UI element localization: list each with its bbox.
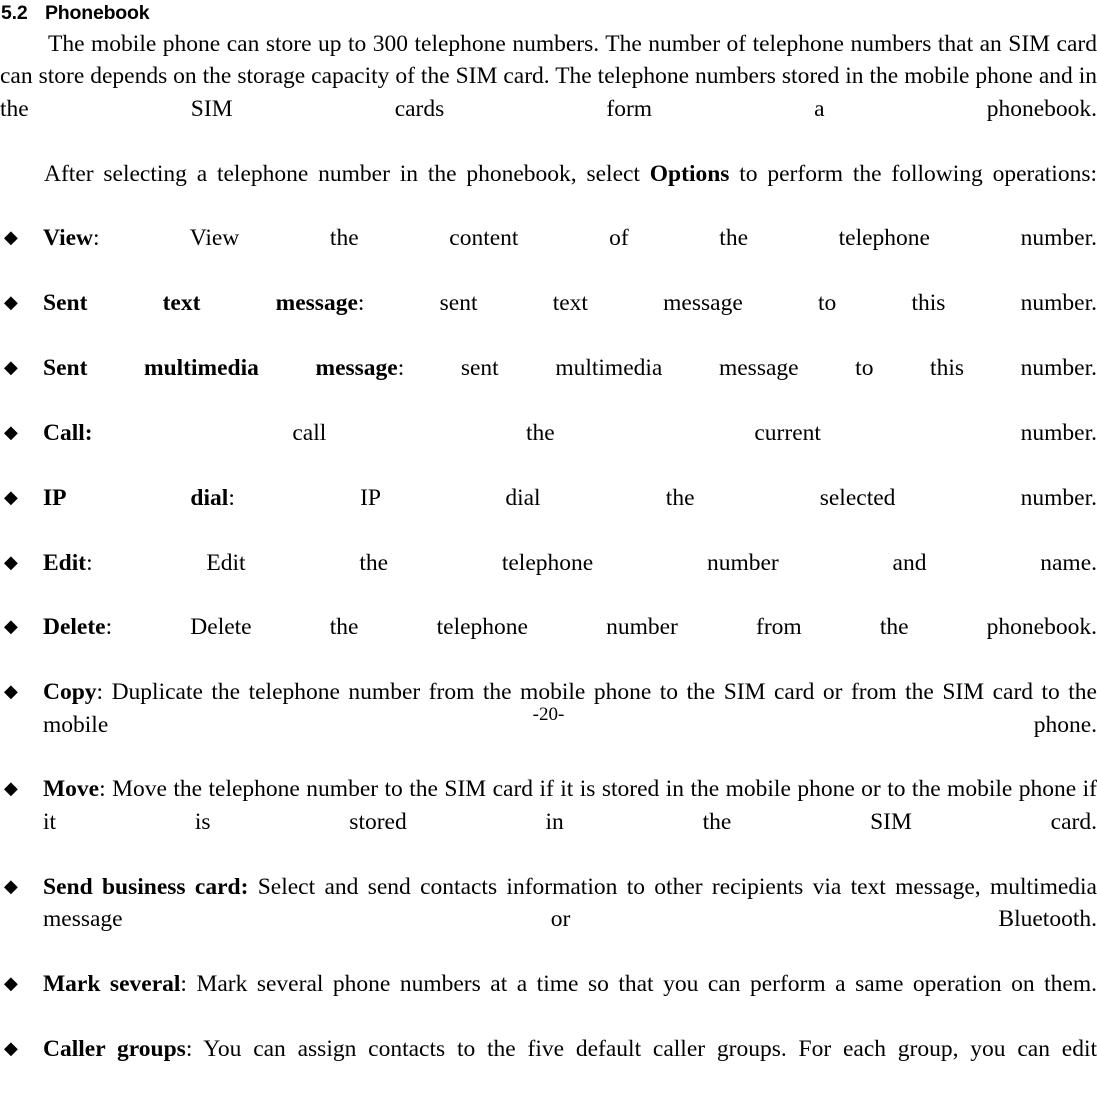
list-item-separator: : <box>93 225 190 252</box>
diamond-bullet-icon: ◆ <box>4 227 18 249</box>
list-item-separator: : <box>397 355 461 382</box>
list-item: ◆ Send business card: Select and send con… <box>0 871 1097 968</box>
list-item-label: Delete <box>43 614 106 641</box>
list-item-label: Copy <box>43 679 97 706</box>
options-list: ◆ View: View the content of the telephone… <box>0 222 1097 1097</box>
list-item-label: Sent multimedia message <box>43 355 398 382</box>
list-item-label: Edit <box>43 549 87 576</box>
list-item-text: You can assign contacts to the five defa… <box>203 1035 1097 1062</box>
diamond-bullet-icon: ◆ <box>4 551 18 573</box>
options-keyword: Options <box>649 160 730 187</box>
diamond-bullet-icon: ◆ <box>4 972 18 994</box>
list-item-separator <box>93 420 293 446</box>
diamond-bullet-icon: ◆ <box>4 486 18 508</box>
options-paragraph-before: After selecting a telephone number in th… <box>44 160 650 187</box>
section-number: 5.2 <box>1 2 28 24</box>
list-item-separator: : <box>86 549 207 576</box>
list-item: ◆ Move: Move the telephone number to the … <box>0 773 1097 870</box>
list-item-text: Edit the telephone number and name. <box>206 549 1097 576</box>
list-item-separator: : <box>96 679 112 706</box>
list-item: ◆ Delete: Delete the telephone number fro… <box>0 611 1097 676</box>
section-title: Phonebook <box>45 2 150 24</box>
list-item-text: Move the telephone number to the SIM car… <box>43 776 1097 835</box>
list-item-text: View the content of the telephone number… <box>189 225 1097 252</box>
list-item-text: sent multimedia message to this number. <box>460 355 1097 382</box>
page-footer: -20- <box>0 704 1097 726</box>
list-item-label: Mark several <box>43 970 181 997</box>
list-item: ◆ Sent multimedia message: sent multimedi… <box>0 352 1097 417</box>
options-paragraph-after: to perform the following operations: <box>729 160 1097 187</box>
list-item-label: Sent text message <box>43 290 358 317</box>
list-item: ◆ IP dial: IP dial the selected number. <box>0 482 1097 547</box>
list-item-text: Delete the telephone number from the pho… <box>190 614 1097 641</box>
list-item-separator <box>248 874 257 900</box>
page-number: -20- <box>532 704 565 725</box>
list-item-separator: : <box>228 484 361 511</box>
list-item-separator: : <box>185 1035 204 1062</box>
list-item-label: Move <box>43 776 100 803</box>
diamond-bullet-icon: ◆ <box>4 875 18 897</box>
list-item-separator: : <box>180 970 197 997</box>
list-item: ◆ Caller groups: You can assign contacts … <box>0 1033 1097 1097</box>
document-page: 5.2 Phonebook The mobile phone can store… <box>0 2 1097 1062</box>
list-item-separator: : <box>357 290 440 317</box>
diamond-bullet-icon: ◆ <box>4 778 18 800</box>
list-item: ◆ View: View the content of the telephone… <box>0 222 1097 287</box>
list-item: ◆ Mark several: Mark several phone number… <box>0 968 1097 1033</box>
list-item-label: Caller groups <box>43 1035 186 1062</box>
list-item-label: IP dial <box>43 484 229 511</box>
list-item-label: View <box>43 225 94 252</box>
list-item-text: IP dial the selected number. <box>360 484 1097 511</box>
page-title: 5.2 Phonebook <box>1 2 1097 24</box>
list-item-text: sent text message to this number. <box>439 290 1097 317</box>
list-item-label: Send business card: <box>43 873 249 900</box>
diamond-bullet-icon: ◆ <box>4 292 18 314</box>
list-item-text: call the current number. <box>292 419 1097 446</box>
options-paragraph: After selecting a telephone number in th… <box>0 158 1097 223</box>
list-item-text: Mark several phone numbers at a time so … <box>196 970 1097 997</box>
list-item: ◆ Sent text message: sent text message to… <box>0 287 1097 352</box>
list-item-label: Call: <box>43 419 93 446</box>
diamond-bullet-icon: ◆ <box>4 421 18 443</box>
list-item-separator: : <box>105 614 191 641</box>
list-item: ◆ Edit: Edit the telephone number and nam… <box>0 547 1097 612</box>
diamond-bullet-icon: ◆ <box>4 357 18 379</box>
intro-paragraph: The mobile phone can store up to 300 tel… <box>0 31 1097 122</box>
diamond-bullet-icon: ◆ <box>4 1037 18 1059</box>
list-item: ◆ Call: call the current number. <box>0 417 1097 482</box>
diamond-bullet-icon: ◆ <box>4 616 18 638</box>
list-item-separator: : <box>99 776 113 803</box>
